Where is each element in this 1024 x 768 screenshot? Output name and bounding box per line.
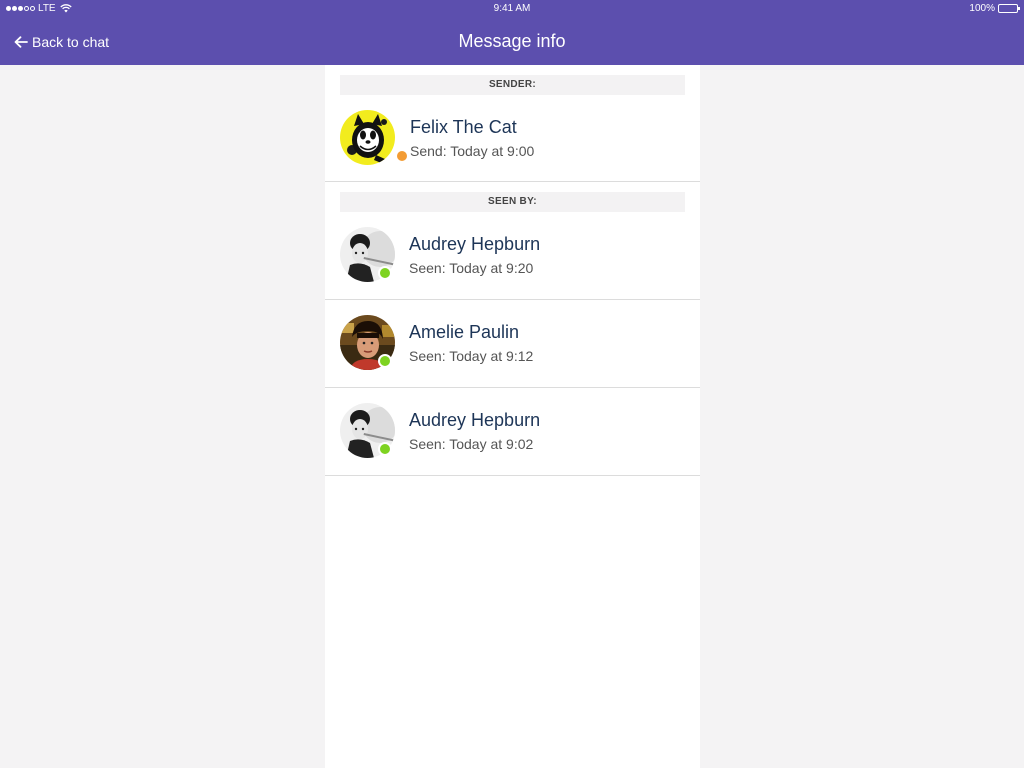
battery-icon — [998, 4, 1020, 13]
viewer-seen-time: Seen: Today at 9:12 — [409, 348, 534, 364]
status-bar: LTE 9:41 AM 100% — [0, 0, 1024, 18]
sender-sent-time: Send: Today at 9:00 — [410, 143, 535, 159]
viewer-name: Audrey Hepburn — [409, 234, 541, 254]
felix-avatar-icon — [340, 110, 395, 165]
viewer-seen-time: Seen: Today at 9:20 — [409, 260, 534, 276]
status-online-indicator — [378, 354, 392, 368]
status-right: 100% — [969, 3, 1020, 14]
sender-name: Felix The Cat — [410, 117, 517, 137]
viewer-row[interactable]: Audrey Hepburn Seen: Today at 9:20 — [325, 212, 700, 300]
viewer-row[interactable]: Audrey Hepburn Seen: Today at 9:02 — [325, 388, 700, 476]
sender-section-header: SENDER: — [340, 75, 685, 95]
viewer-seen-time: Seen: Today at 9:02 — [409, 436, 534, 452]
page-title: Message info — [458, 31, 566, 51]
message-info-panel: SENDER: Felix The Cat Send: Today at 9:0… — [325, 65, 700, 768]
battery-percentage: 100% — [969, 3, 995, 14]
seen-by-section-header: SEEN BY: — [340, 192, 685, 212]
status-away-indicator — [395, 149, 409, 163]
sender-row[interactable]: Felix The Cat Send: Today at 9:00 — [325, 95, 700, 182]
viewer-name: Audrey Hepburn — [409, 410, 541, 430]
status-online-indicator — [378, 442, 392, 456]
navigation-bar: LTE 9:41 AM 100% Back to chat Message in… — [0, 0, 1024, 65]
viewer-row[interactable]: Amelie Paulin Seen: Today at 9:12 — [325, 300, 700, 388]
status-online-indicator — [378, 266, 392, 280]
avatar — [340, 110, 395, 165]
viewer-name: Amelie Paulin — [409, 322, 520, 342]
status-time: 9:41 AM — [493, 3, 531, 14]
